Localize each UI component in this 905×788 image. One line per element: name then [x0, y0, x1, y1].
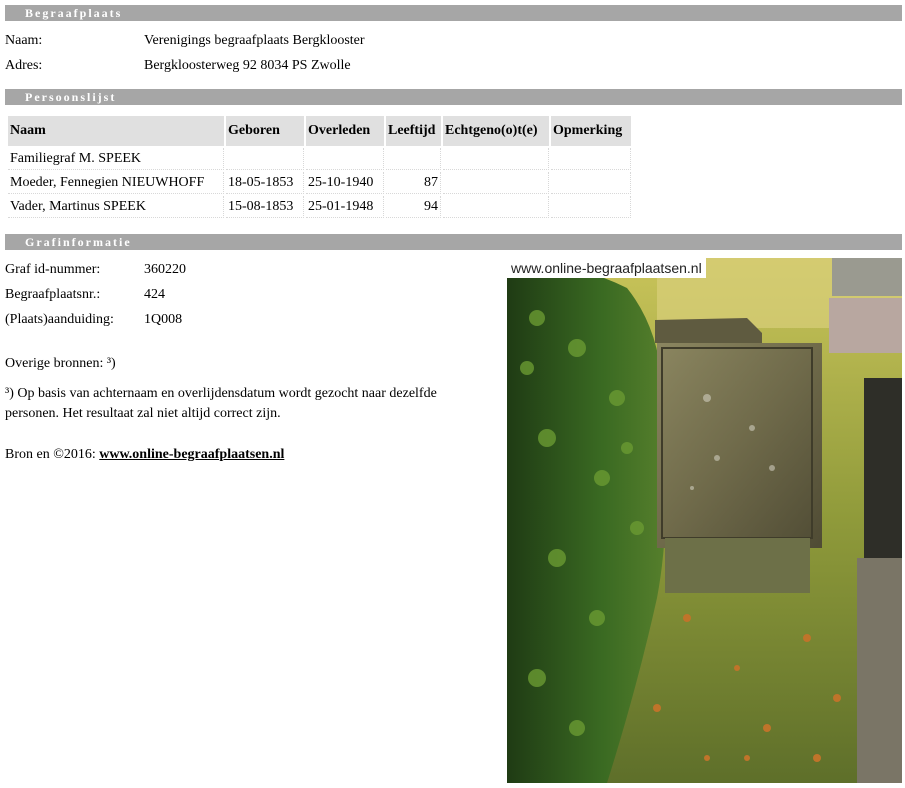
cell-opmerking: [551, 172, 631, 194]
cell-opmerking: [551, 148, 631, 170]
cell-geboren: 18-05-1853: [226, 172, 304, 194]
column-header-opmerking: Opmerking: [551, 116, 631, 146]
photo-watermark: www.online-begraafplaatsen.nl: [507, 258, 706, 278]
cemetery-number-label: Begraafplaatsnr.:: [5, 287, 101, 302]
footnote-text: ³) Op basis van achternaam en overlijden…: [5, 386, 437, 421]
cell-naam: Vader, Martinus SPEEK: [8, 196, 224, 218]
location-code-value: 1Q008: [144, 312, 183, 327]
table-row: Vader, Martinus SPEEK 15-08-1853 25-01-1…: [8, 196, 631, 218]
cell-leeftijd: 87: [386, 172, 441, 194]
cell-geboren: 15-08-1853: [226, 196, 304, 218]
column-header-naam: Naam: [8, 116, 224, 146]
cell-geboren: [226, 148, 304, 170]
cemetery-address-label: Adres:: [5, 58, 43, 73]
grave-photo: www.online-begraafplaatsen.nl: [507, 258, 902, 783]
grave-id-label: Graf id-nummer:: [5, 262, 101, 277]
source-line: Bron en ©2016: www.online-begraafplaatse…: [5, 446, 284, 464]
cemetery-name-label: Naam:: [5, 33, 43, 48]
table-row: Moeder, Fennegien NIEUWHOFF 18-05-1853 2…: [8, 172, 631, 194]
cell-overleden: 25-01-1948: [306, 196, 384, 218]
section-header-begraafplaats: Begraafplaats: [5, 5, 902, 21]
cell-leeftijd: 94: [386, 196, 441, 218]
cell-opmerking: [551, 196, 631, 218]
table-row: Familiegraf M. SPEEK: [8, 148, 631, 170]
section-header-persoonslijst: Persoonslijst: [5, 89, 902, 105]
cell-echtgenote: [443, 148, 549, 170]
cemetery-address-value: Bergkloosterweg 92 8034 PS Zwolle: [144, 58, 351, 73]
cell-overleden: 25-10-1940: [306, 172, 384, 194]
cell-naam: Moeder, Fennegien NIEUWHOFF: [8, 172, 224, 194]
column-header-leeftijd: Leeftijd: [386, 116, 441, 146]
location-code-label: (Plaats)aanduiding:: [5, 312, 114, 327]
persons-table: Naam Geboren Overleden Leeftijd Echtgeno…: [6, 114, 633, 220]
other-sources-text: Overige bronnen: ³): [5, 356, 116, 371]
column-header-echtgenote: Echtgeno(o)t(e): [443, 116, 549, 146]
cell-overleden: [306, 148, 384, 170]
grave-photo-illustration: [507, 258, 902, 783]
cell-naam: Familiegraf M. SPEEK: [8, 148, 224, 170]
cell-echtgenote: [443, 196, 549, 218]
column-header-overleden: Overleden: [306, 116, 384, 146]
cell-leeftijd: [386, 148, 441, 170]
source-link[interactable]: www.online-begraafplaatsen.nl: [99, 447, 284, 462]
cemetery-name-value: Verenigings begraafplaats Bergklooster: [144, 33, 365, 48]
grave-id-value: 360220: [144, 262, 186, 277]
table-header-row: Naam Geboren Overleden Leeftijd Echtgeno…: [8, 116, 631, 146]
source-prefix: Bron en ©2016:: [5, 447, 100, 462]
section-header-grafinformatie: Grafinformatie: [5, 234, 902, 250]
column-header-geboren: Geboren: [226, 116, 304, 146]
cemetery-number-value: 424: [144, 287, 165, 302]
cell-echtgenote: [443, 172, 549, 194]
